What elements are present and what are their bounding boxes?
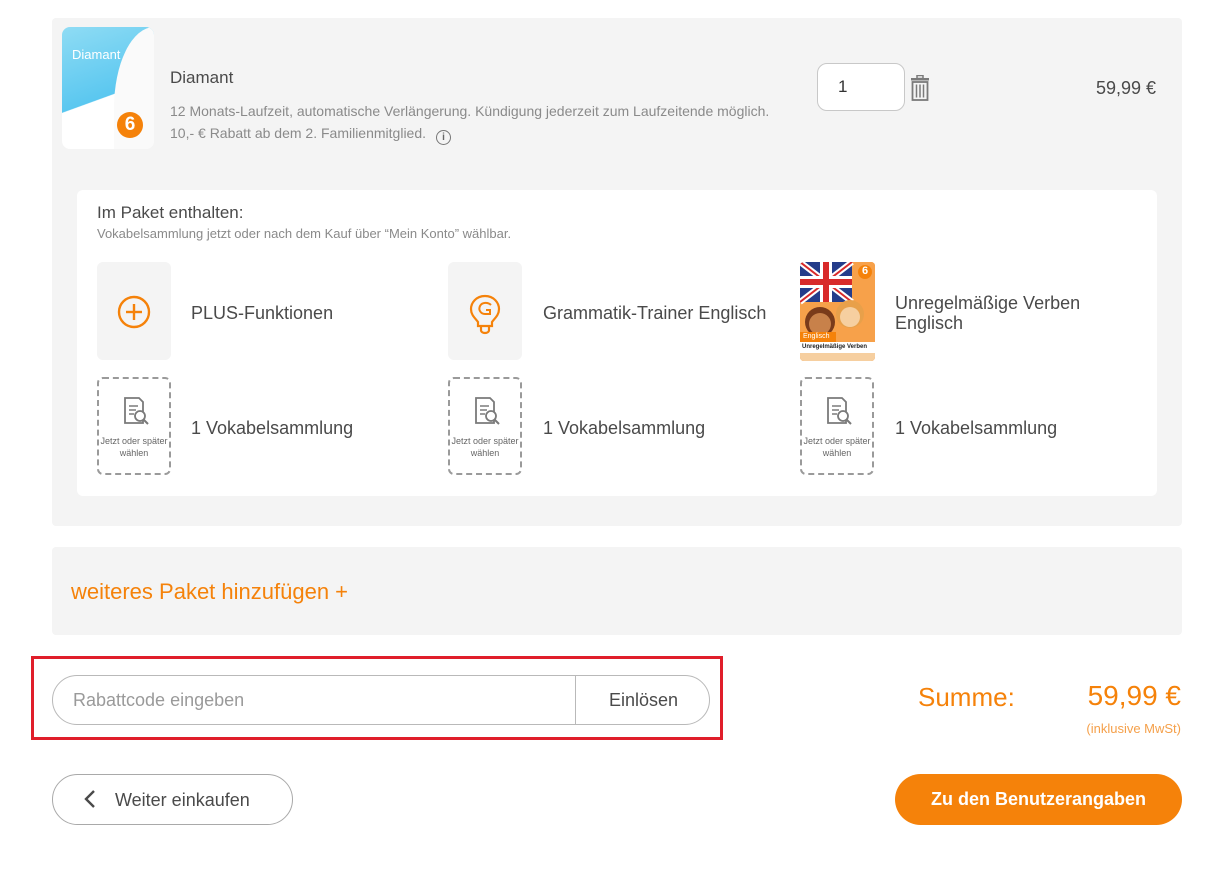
chevron-left-icon <box>83 786 97 818</box>
feature-tile-plus <box>97 262 171 360</box>
trash-icon[interactable] <box>910 75 930 101</box>
total-label: Summe: <box>918 682 1015 712</box>
continue-shopping-button[interactable]: Weiter einkaufen <box>52 774 293 825</box>
cover-tag: Englisch <box>803 333 830 340</box>
info-icon[interactable]: i <box>436 130 452 145</box>
feature-label: PLUS-Funktionen <box>191 303 334 323</box>
vocab-slot-hint: Jetzt oder später wählen <box>100 436 168 458</box>
total-value: 59,99 € <box>1087 680 1181 711</box>
cover-title: Unregelmäßige Verben <box>802 344 868 350</box>
quantity-input[interactable]: 1 <box>817 63 905 111</box>
vocab-slot-hint: Jetzt oder später wählen <box>451 436 519 458</box>
coupon-code-input[interactable] <box>53 676 575 724</box>
package-contents-subtitle: Vokabelsammlung jetzt oder nach dem Kauf… <box>97 226 512 241</box>
vocab-slot-tile[interactable]: Jetzt oder später wählen <box>448 377 522 475</box>
brand-logo-icon: 6 <box>861 265 869 277</box>
lightbulb-icon <box>469 294 501 335</box>
document-search-icon <box>124 397 149 425</box>
vocab-slot-label: 1 Vokabelsammlung <box>895 418 1058 438</box>
package-contents-title: Im Paket enthalten: <box>97 203 244 222</box>
book-cover-image: 6 Englisch Unregelmäßige Verben <box>800 262 875 361</box>
vocab-slot-label: 1 Vokabelsammlung <box>543 418 706 438</box>
add-package-link[interactable]: weiteres Paket hinzufügen + <box>71 579 348 605</box>
product-description: 12 Monats-Laufzeit, automatische Verläng… <box>170 100 790 145</box>
document-search-icon <box>475 397 500 425</box>
proceed-to-user-details-button[interactable]: Zu den Benutzerangaben <box>895 774 1182 825</box>
feature-label: Grammatik-Trainer Englisch <box>543 303 767 323</box>
tax-note: (inklusive MwSt) <box>1086 721 1181 736</box>
product-title: Diamant <box>170 68 234 87</box>
document-search-icon <box>827 397 852 425</box>
product-thumbnail: Diamant 6 <box>62 27 154 149</box>
product-description-text: 12 Monats-Laufzeit, automatische Verläng… <box>170 103 770 141</box>
feature-label: Unregelmäßige Verben Englisch <box>895 293 1081 333</box>
vocab-slot-tile[interactable]: Jetzt oder später wählen <box>97 377 171 475</box>
redeem-button[interactable]: Einlösen <box>575 676 709 724</box>
thumbnail-label: Diamant <box>72 47 121 62</box>
plus-circle-icon <box>117 295 151 329</box>
product-price: 59,99 € <box>1095 78 1156 98</box>
feature-tile-grammar <box>448 262 522 360</box>
continue-shopping-label: Weiter einkaufen <box>115 790 250 810</box>
brand-logo-icon: 6 <box>117 112 143 138</box>
vocab-slot-tile[interactable]: Jetzt oder später wählen <box>800 377 874 475</box>
vocab-slot-hint: Jetzt oder später wählen <box>803 436 871 458</box>
coupon-field-group: Einlösen <box>52 675 710 725</box>
vocab-slot-label: 1 Vokabelsammlung <box>191 418 354 438</box>
